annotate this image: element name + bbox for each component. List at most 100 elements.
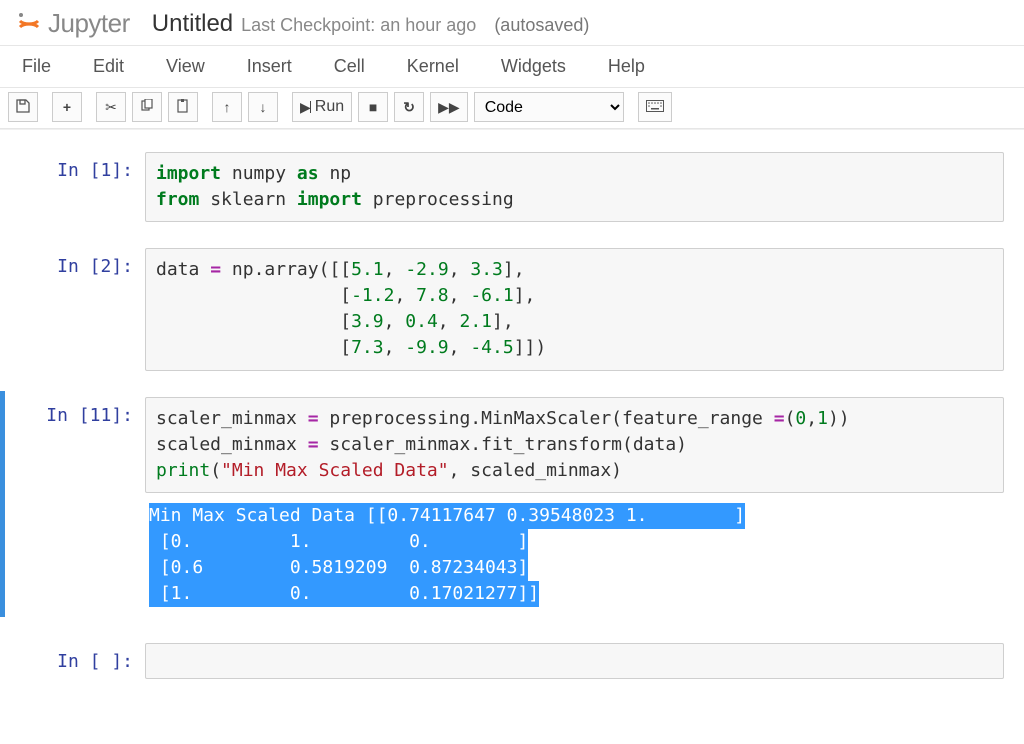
op: = bbox=[308, 434, 319, 455]
restart-button[interactable]: ↻ bbox=[394, 92, 424, 122]
menu-view[interactable]: View bbox=[166, 56, 205, 77]
output-line: [0. 1. 0. ] bbox=[149, 529, 528, 555]
num: -9.9 bbox=[405, 337, 448, 358]
cut-button[interactable]: ✂ bbox=[96, 92, 126, 122]
func: array bbox=[264, 259, 318, 280]
code-input[interactable]: scaler_minmax = preprocessing.MinMaxScal… bbox=[145, 397, 1004, 493]
num: 3.9 bbox=[351, 311, 384, 332]
menu-file[interactable]: File bbox=[22, 56, 51, 77]
num: -1.2 bbox=[351, 285, 394, 306]
notebook-title[interactable]: Untitled bbox=[152, 10, 233, 38]
autosave-label: (autosaved) bbox=[494, 15, 589, 36]
num: 2.1 bbox=[459, 311, 492, 332]
paren: )) bbox=[828, 408, 850, 429]
logo-text: Jupyter bbox=[48, 8, 130, 39]
code-cell[interactable]: In [2]: data = np.array([[5.1, -2.9, 3.3… bbox=[0, 242, 1024, 376]
menu-cell[interactable]: Cell bbox=[334, 56, 365, 77]
restart-run-all-button[interactable]: ▶▶ bbox=[430, 92, 468, 122]
op: = bbox=[308, 408, 319, 429]
keyword: as bbox=[297, 163, 319, 184]
keyword: from bbox=[156, 189, 199, 210]
num: 7.8 bbox=[416, 285, 449, 306]
paren: ( bbox=[210, 460, 221, 481]
num: 7.3 bbox=[351, 337, 384, 358]
copy-button[interactable] bbox=[132, 92, 162, 122]
num: -6.1 bbox=[470, 285, 513, 306]
save-icon bbox=[16, 99, 30, 116]
cell-type-select[interactable]: Code bbox=[474, 92, 624, 122]
paste-button[interactable] bbox=[168, 92, 198, 122]
op: = bbox=[774, 408, 785, 429]
restart-icon: ↻ bbox=[403, 99, 415, 116]
menu-help[interactable]: Help bbox=[608, 56, 645, 77]
num: 1 bbox=[817, 408, 828, 429]
menu-edit[interactable]: Edit bbox=[93, 56, 124, 77]
paren: ( bbox=[785, 408, 796, 429]
run-icon: ▶ bbox=[300, 99, 311, 116]
output-line: [0.6 0.5819209 0.87234043] bbox=[149, 555, 528, 581]
num: 3.3 bbox=[470, 259, 503, 280]
num: -2.9 bbox=[405, 259, 448, 280]
arrow-down-icon: ↓ bbox=[260, 99, 267, 115]
code-cell-empty[interactable]: In [ ]: bbox=[0, 637, 1024, 685]
title-area: Untitled Last Checkpoint: an hour ago (a… bbox=[152, 10, 590, 38]
move-up-button[interactable]: ↑ bbox=[212, 92, 242, 122]
run-label: Run bbox=[315, 98, 344, 116]
module: numpy bbox=[232, 163, 286, 184]
copy-icon bbox=[140, 99, 154, 116]
interrupt-button[interactable]: ■ bbox=[358, 92, 388, 122]
add-cell-button[interactable]: + bbox=[52, 92, 82, 122]
code-cell[interactable]: In [1]: import numpy as np from sklearn … bbox=[0, 146, 1024, 228]
code-cell-selected[interactable]: In [11]: scaler_minmax = preprocessing.M… bbox=[0, 391, 1024, 499]
cell-output[interactable]: Min Max Scaled Data [[0.74117647 0.39548… bbox=[145, 499, 1004, 611]
scissors-icon: ✂ bbox=[105, 99, 117, 116]
menu-insert[interactable]: Insert bbox=[247, 56, 292, 77]
plus-icon: + bbox=[63, 99, 71, 115]
code: preprocessing.MinMaxScaler(feature_range bbox=[319, 408, 774, 429]
module: np bbox=[232, 259, 254, 280]
notebook-area: In [1]: import numpy as np from sklearn … bbox=[0, 129, 1024, 725]
save-button[interactable] bbox=[8, 92, 38, 122]
fast-forward-icon: ▶▶ bbox=[438, 99, 460, 116]
move-down-button[interactable]: ↓ bbox=[248, 92, 278, 122]
jupyter-logo-icon bbox=[16, 11, 42, 37]
checkpoint-label: Last Checkpoint: an hour ago bbox=[241, 15, 476, 36]
stop-icon: ■ bbox=[369, 99, 377, 115]
dot: . bbox=[254, 259, 265, 280]
run-button[interactable]: ▶ Run bbox=[292, 92, 352, 122]
code-input-empty[interactable] bbox=[145, 643, 1004, 679]
var: data bbox=[156, 259, 199, 280]
num: -4.5 bbox=[470, 337, 513, 358]
op: = bbox=[210, 259, 221, 280]
code-input[interactable]: import numpy as np from sklearn import p… bbox=[145, 152, 1004, 222]
module: preprocessing bbox=[373, 189, 514, 210]
notebook-header: Jupyter Untitled Last Checkpoint: an hou… bbox=[0, 0, 1024, 45]
builtin: print bbox=[156, 460, 210, 481]
var: scaled_minmax bbox=[156, 434, 308, 455]
num: 0 bbox=[795, 408, 806, 429]
code: scaler_minmax.fit_transform(data) bbox=[319, 434, 687, 455]
module: sklearn bbox=[210, 189, 286, 210]
input-prompt: In [1]: bbox=[15, 152, 145, 222]
menu-kernel[interactable]: Kernel bbox=[407, 56, 459, 77]
output-line: Min Max Scaled Data [[0.74117647 0.39548… bbox=[149, 503, 745, 529]
code: , scaled_minmax) bbox=[449, 460, 622, 481]
keyboard-icon bbox=[646, 99, 664, 115]
num: 5.1 bbox=[351, 259, 384, 280]
menu-widgets[interactable]: Widgets bbox=[501, 56, 566, 77]
num: 0.4 bbox=[405, 311, 438, 332]
command-palette-button[interactable] bbox=[638, 92, 672, 122]
input-prompt: In [11]: bbox=[15, 397, 145, 493]
input-prompt: In [ ]: bbox=[15, 643, 145, 679]
input-prompt: In [2]: bbox=[15, 248, 145, 370]
arrow-up-icon: ↑ bbox=[224, 99, 231, 115]
jupyter-logo: Jupyter bbox=[16, 8, 130, 39]
output-line: [1. 0. 0.17021277]] bbox=[149, 581, 539, 607]
output-row: x Min Max Scaled Data [[0.74117647 0.395… bbox=[0, 499, 1024, 617]
var: scaler_minmax bbox=[156, 408, 308, 429]
keyword: import bbox=[156, 163, 221, 184]
toolbar: + ✂ ↑ ↓ ▶ Run ■ ↻ ▶▶ Code bbox=[0, 87, 1024, 129]
code-input[interactable]: data = np.array([[5.1, -2.9, 3.3], [-1.2… bbox=[145, 248, 1004, 370]
alias: np bbox=[329, 163, 351, 184]
comma: , bbox=[806, 408, 817, 429]
